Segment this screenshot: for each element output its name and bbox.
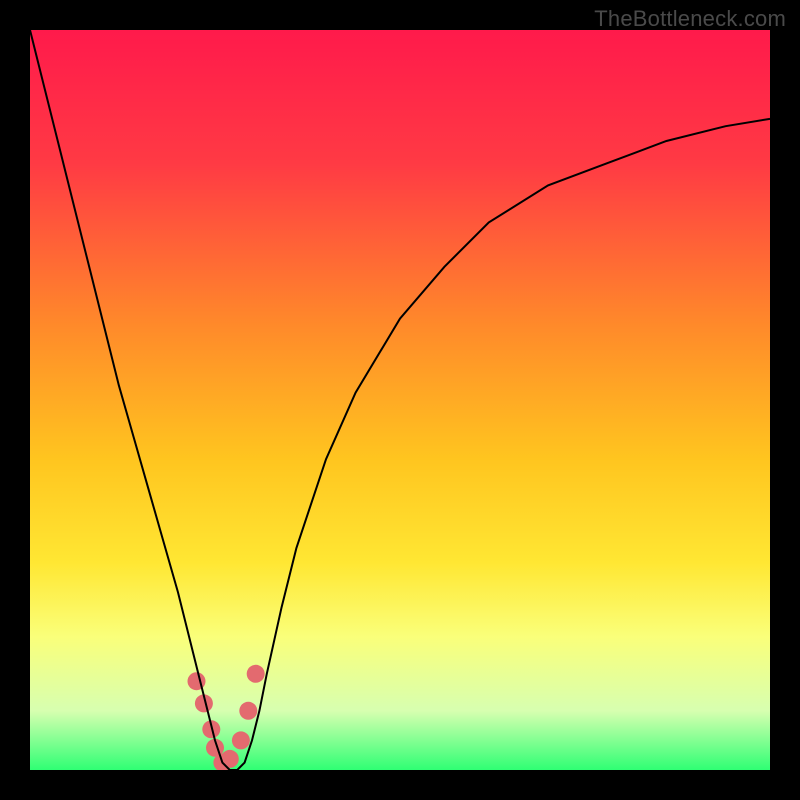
chart-svg (30, 30, 770, 770)
marker-dot (221, 750, 239, 768)
marker-dot (239, 702, 257, 720)
chart-frame: TheBottleneck.com (0, 0, 800, 800)
marker-dot (232, 731, 250, 749)
plot-area (30, 30, 770, 770)
gradient-background (30, 30, 770, 770)
marker-dot (247, 665, 265, 683)
watermark-text: TheBottleneck.com (594, 6, 786, 32)
